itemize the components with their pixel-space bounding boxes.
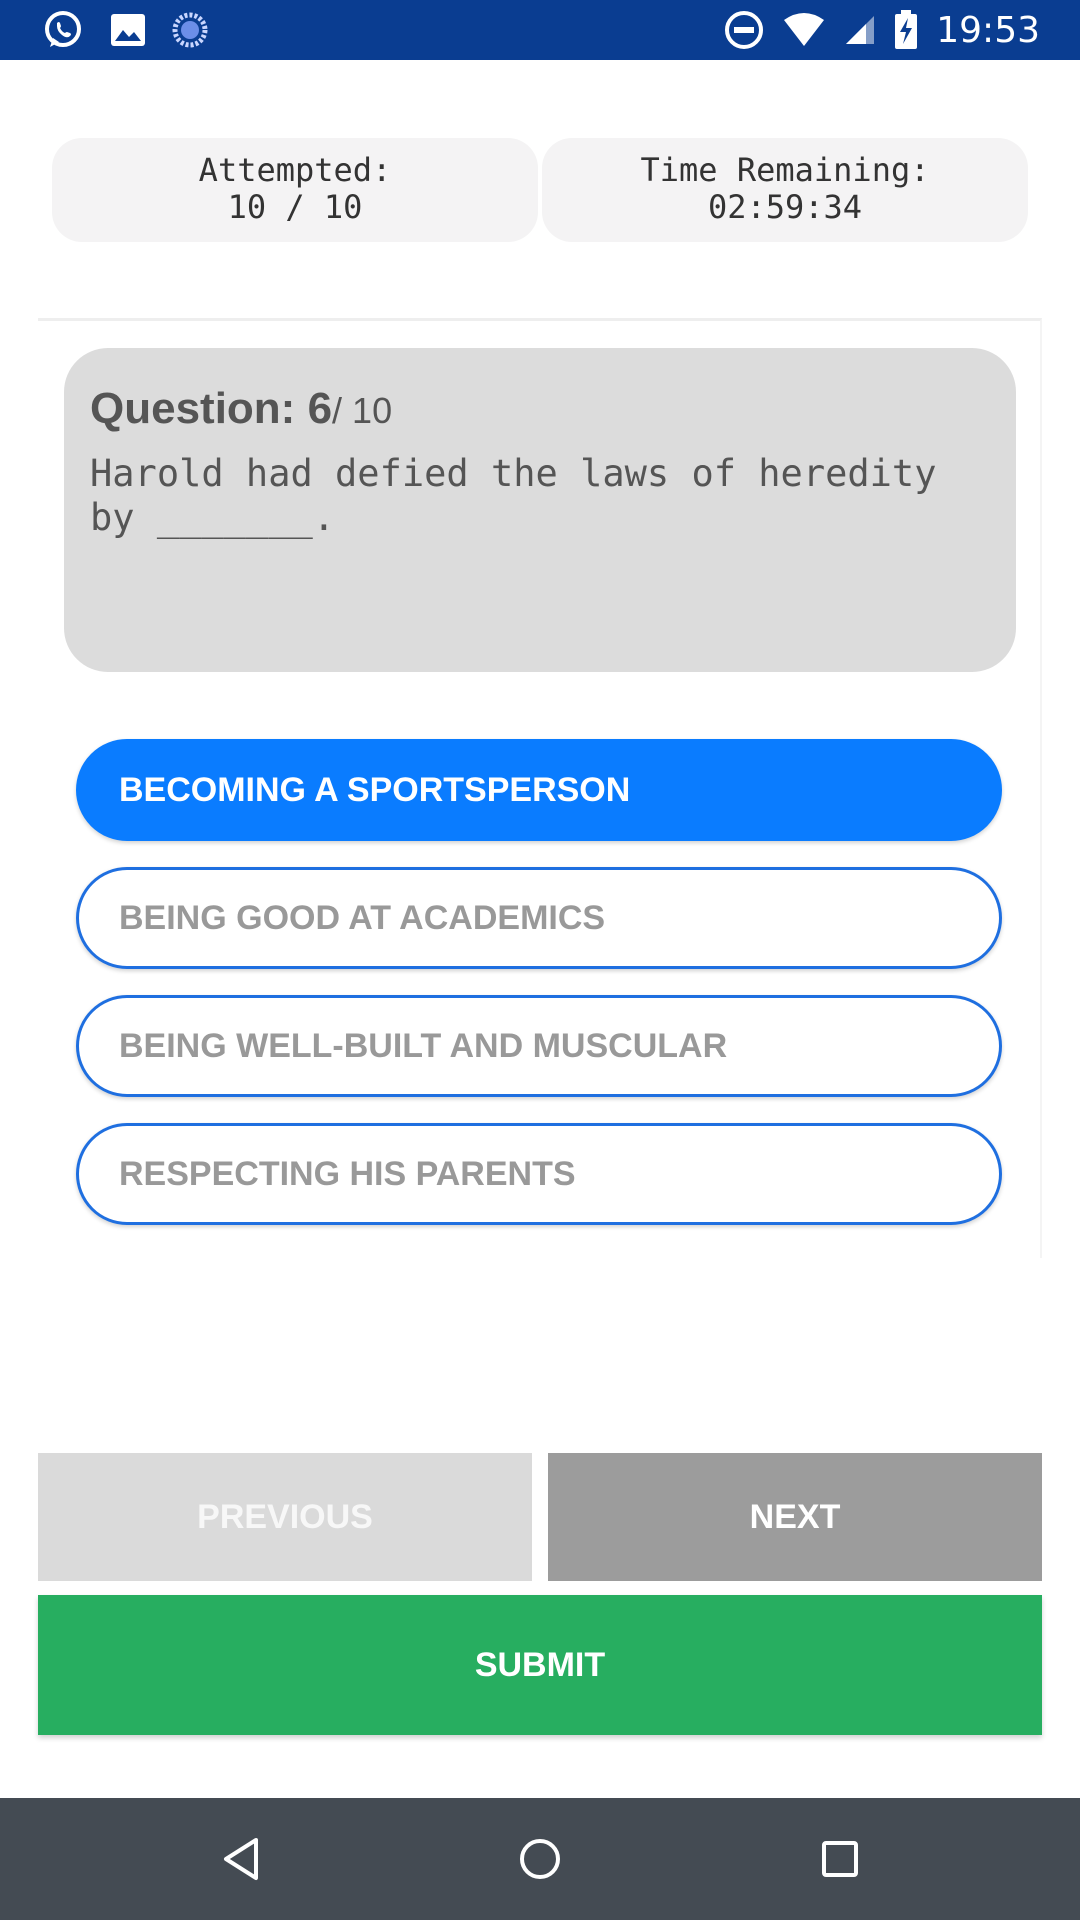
attempted-value: 10 / 10	[227, 188, 363, 226]
whatsapp-icon	[45, 11, 81, 47]
option-2-label: BEING GOOD AT ACADEMICS	[119, 898, 606, 937]
time-remaining-box: Time Remaining: 02:59:34	[542, 138, 1028, 242]
option-4-label: RESPECTING HIS PARENTS	[119, 1154, 576, 1193]
home-icon[interactable]	[515, 1834, 565, 1884]
option-2[interactable]: BEING GOOD AT ACADEMICS	[76, 867, 1002, 969]
status-bar-left	[42, 10, 208, 50]
time-remaining-value: 02:59:34	[707, 188, 863, 226]
attempted-label: Attempted:	[198, 151, 392, 189]
option-3-label: BEING WELL-BUILT AND MUSCULAR	[119, 1026, 728, 1065]
submit-button[interactable]: SUBMIT	[38, 1595, 1042, 1735]
loading-icon	[172, 12, 208, 48]
status-bar: 19:53	[0, 0, 1080, 60]
gallery-icon	[111, 14, 145, 46]
question-header: Question: 6/ 10	[90, 384, 392, 434]
status-time: 19:53	[936, 9, 1040, 51]
question-card: Question: 6/ 10 Harold had defied the la…	[64, 348, 1016, 672]
option-4[interactable]: RESPECTING HIS PARENTS	[76, 1123, 1002, 1225]
option-1-label: BECOMING A SPORTSPERSON	[119, 770, 631, 809]
attempted-box: Attempted: 10 / 10	[52, 138, 538, 242]
battery-charging-icon	[895, 10, 918, 49]
question-text: Harold had defied the laws of heredity b…	[90, 452, 937, 539]
question-label: Question:	[90, 384, 308, 433]
question-number: 6	[307, 384, 333, 433]
option-1[interactable]: BECOMING A SPORTSPERSON	[76, 739, 1002, 841]
navigation-bar	[0, 1798, 1080, 1920]
time-remaining-label: Time Remaining:	[640, 151, 930, 189]
previous-button[interactable]: PREVIOUS	[38, 1453, 532, 1581]
wifi-icon	[784, 13, 825, 46]
next-button[interactable]: NEXT	[548, 1453, 1042, 1581]
back-icon[interactable]	[216, 1834, 266, 1884]
question-total: / 10	[332, 390, 393, 431]
dnd-icon	[725, 11, 764, 49]
status-bar-right: 19:53	[724, 9, 1040, 51]
option-3[interactable]: BEING WELL-BUILT AND MUSCULAR	[76, 995, 1002, 1097]
recents-icon[interactable]	[815, 1834, 865, 1884]
signal-icon	[846, 16, 875, 44]
